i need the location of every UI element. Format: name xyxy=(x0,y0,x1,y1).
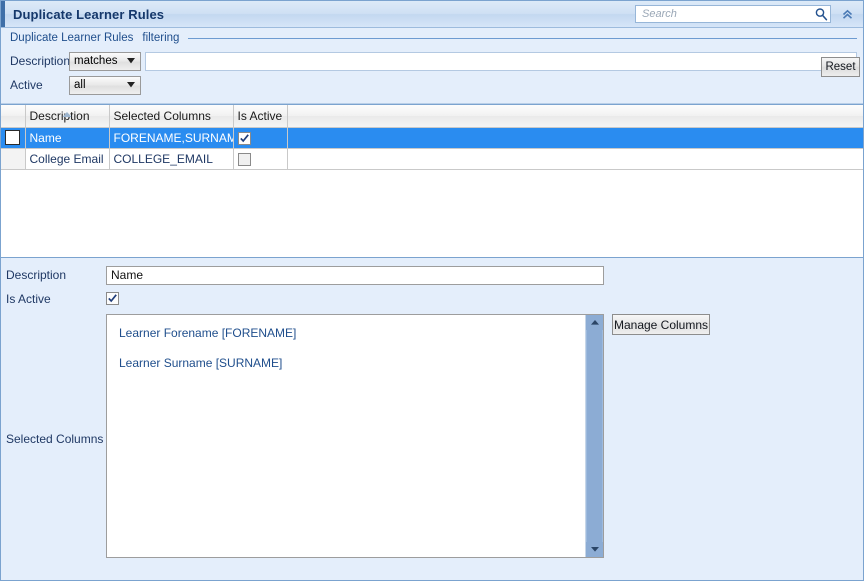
titlebar-accent-bar xyxy=(1,1,5,27)
double-chevron-up-icon xyxy=(842,9,852,19)
cell-is-active[interactable] xyxy=(233,127,288,149)
cell-description: College Email xyxy=(25,148,110,170)
filter-value-description[interactable] xyxy=(145,51,857,71)
table-row[interactable]: Name FORENAME,SURNAME xyxy=(1,127,863,149)
is-active-checkbox-unchecked[interactable] xyxy=(237,152,251,166)
detail-row-description: Description Name xyxy=(1,266,863,285)
scroll-down-button[interactable] xyxy=(586,542,603,557)
column-header-is-active[interactable]: Is Active xyxy=(233,105,288,128)
detail-label-is-active: Is Active xyxy=(6,292,51,306)
table-row[interactable]: College Email COLLEGE_EMAIL xyxy=(1,148,863,170)
list-item[interactable]: Learner Surname [SURNAME] xyxy=(107,348,603,378)
filter-operator-description-value: matches xyxy=(74,55,118,67)
search-input[interactable]: Search xyxy=(635,5,831,23)
window-titlebar: Duplicate Learner Rules Search xyxy=(1,1,863,28)
detail-row-is-active: Is Active xyxy=(1,290,863,309)
page-title: Duplicate Learner Rules xyxy=(13,6,165,22)
cell-filler xyxy=(287,148,863,170)
column-header-selector xyxy=(1,105,26,128)
search-icon[interactable] xyxy=(814,7,828,21)
filter-operator-description[interactable]: matches xyxy=(69,51,141,71)
scrollbar-thumb[interactable] xyxy=(586,330,603,542)
rules-grid-body: Name FORENAME,SURNAME College Email COLL… xyxy=(1,127,863,170)
rules-grid-table: Description Selected Columns Is Active N… xyxy=(1,105,863,170)
cell-selected-columns: FORENAME,SURNAME xyxy=(109,127,234,149)
filter-operator-active[interactable]: all xyxy=(69,75,141,95)
selected-columns-listbox[interactable]: Learner Forename [FORENAME] Learner Surn… xyxy=(106,314,604,558)
search-placeholder: Search xyxy=(642,8,677,20)
filter-group-header: Duplicate Learner Rules filtering xyxy=(1,28,863,48)
row-selector-cell[interactable] xyxy=(1,127,26,149)
chevron-up-icon xyxy=(590,320,599,325)
detail-label-description: Description xyxy=(6,268,67,282)
column-header-selected-columns-label: Selected Columns xyxy=(113,108,211,123)
description-field[interactable]: Name xyxy=(106,266,604,285)
cell-is-active[interactable] xyxy=(233,148,288,170)
table-header-row: Description Selected Columns Is Active xyxy=(1,105,863,128)
chevron-down-icon xyxy=(590,547,599,552)
rules-grid[interactable]: Description Selected Columns Is Active N… xyxy=(1,104,863,258)
manage-columns-button[interactable]: Manage Columns xyxy=(612,314,710,335)
chevron-down-icon xyxy=(127,55,135,67)
column-header-is-active-label: Is Active xyxy=(237,108,283,123)
column-header-selected-columns[interactable]: Selected Columns xyxy=(109,105,234,128)
column-header-filler xyxy=(287,105,863,128)
filter-panel: Duplicate Learner Rules filtering Reset … xyxy=(1,28,863,104)
cell-description: Name xyxy=(25,127,110,149)
is-active-checkbox[interactable] xyxy=(106,292,119,305)
filter-label-description: Description xyxy=(10,54,71,68)
cell-filler xyxy=(287,127,863,149)
titlebar-right-controls: Search xyxy=(635,3,863,25)
filter-group-title: Duplicate Learner Rules xyxy=(10,32,134,44)
filter-operator-active-value: all xyxy=(74,79,86,91)
filter-group-divider xyxy=(188,37,857,39)
filter-rows: Description matches Active all xyxy=(1,48,863,103)
filter-group-subtitle: filtering xyxy=(142,32,180,44)
list-item[interactable]: Learner Forename [FORENAME] xyxy=(107,315,603,348)
sort-ascending-icon xyxy=(62,106,72,120)
collapse-panel-button[interactable] xyxy=(835,3,859,25)
scroll-up-button[interactable] xyxy=(586,315,603,330)
row-selector-cell[interactable] xyxy=(1,148,26,170)
detail-row-selected-columns: Selected Columns Learner Forename [FOREN… xyxy=(1,314,863,558)
reset-button[interactable]: Reset xyxy=(821,57,860,77)
rule-detail-panel: Description Name Is Active Selected Colu… xyxy=(1,258,863,566)
detail-label-selected-columns: Selected Columns xyxy=(6,432,104,446)
column-header-description-label: Description xyxy=(29,108,90,123)
is-active-checkbox-checked[interactable] xyxy=(237,131,251,145)
cell-selected-columns: COLLEGE_EMAIL xyxy=(109,148,234,170)
filter-label-active: Active xyxy=(10,78,43,92)
listbox-scrollbar[interactable] xyxy=(585,315,603,557)
row-handle xyxy=(5,130,21,145)
rules-grid-header: Description Selected Columns Is Active xyxy=(1,105,863,128)
column-header-description[interactable]: Description xyxy=(25,105,110,128)
filter-row-active: Active all xyxy=(1,74,863,96)
filter-row-description: Description matches xyxy=(1,50,863,72)
duplicate-learner-rules-window: Duplicate Learner Rules Search Duplicate… xyxy=(0,0,864,581)
chevron-down-icon xyxy=(127,79,135,91)
